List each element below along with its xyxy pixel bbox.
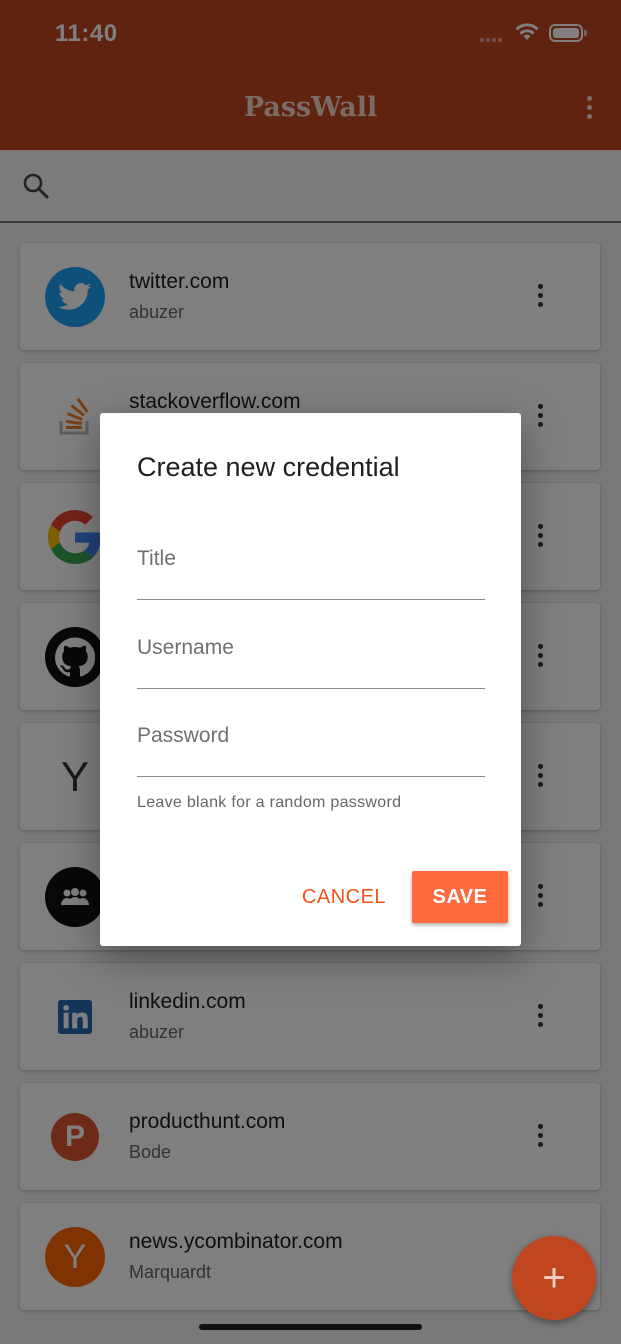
- password-input[interactable]: [137, 724, 485, 748]
- password-helper-text: Leave blank for a random password: [137, 794, 402, 811]
- plus-icon: +: [542, 1255, 566, 1300]
- password-field[interactable]: [137, 714, 485, 777]
- dialog-title: Create new credential: [137, 452, 400, 482]
- save-button[interactable]: SAVE: [412, 871, 508, 923]
- title-field[interactable]: [137, 537, 485, 600]
- create-credential-dialog: Create new credential Leave blank for a …: [100, 413, 521, 946]
- username-input[interactable]: [137, 636, 485, 660]
- home-indicator[interactable]: [199, 1324, 422, 1330]
- username-field[interactable]: [137, 626, 485, 689]
- title-input[interactable]: [137, 547, 485, 571]
- cancel-button[interactable]: CANCEL: [293, 871, 395, 923]
- add-credential-button[interactable]: +: [512, 1236, 596, 1320]
